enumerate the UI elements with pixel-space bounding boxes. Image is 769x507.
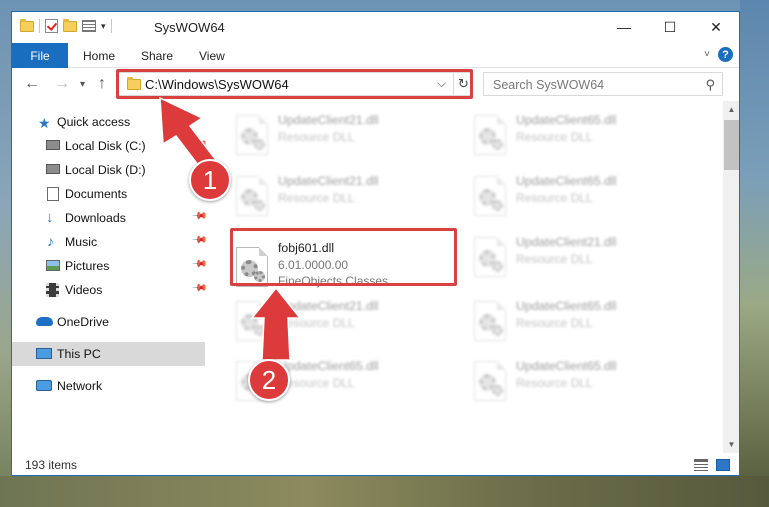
chevron-down-icon[interactable]: ▾	[80, 79, 85, 90]
sidebar-item-local-disk-d[interactable]: Local Disk (D:) 📌	[12, 158, 208, 182]
file-tile[interactable]: UpdateClient21.dll Resource DLL	[232, 297, 462, 353]
title-bar: ▾ SysWOW64 — ☐ ✕	[12, 12, 739, 43]
minimize-button[interactable]: —	[601, 12, 647, 42]
file-tile[interactable]: UpdateClient65.dll Resource DLL	[470, 172, 700, 228]
sidebar-item-this-pc[interactable]: This PC	[12, 342, 205, 366]
window-controls: — ☐ ✕	[601, 12, 739, 42]
scroll-thumb[interactable]	[724, 120, 739, 170]
drive-icon	[46, 140, 60, 150]
sidebar-item-music[interactable]: ♪ Music 📌	[12, 230, 208, 254]
gear-icon	[492, 325, 503, 336]
customize-toolbar-chevron-icon[interactable]: ▾	[101, 21, 106, 32]
status-bar: 193 items	[12, 453, 739, 475]
documents-icon	[47, 187, 59, 201]
file-tile[interactable]: UpdateClient21.dll Resource DLL	[232, 111, 462, 167]
file-tile[interactable]: UpdateClient65.dll Resource DLL	[470, 297, 700, 353]
quick-access-toolbar: ▾	[20, 18, 112, 33]
tab-share[interactable]: Share	[141, 43, 173, 68]
file-highlight	[230, 228, 457, 286]
search-box[interactable]: Search SysWOW64 ⚲	[483, 72, 723, 96]
pictures-icon	[46, 260, 60, 271]
scroll-up-icon[interactable]: ▲	[723, 101, 739, 118]
pin-icon[interactable]: 📌	[191, 280, 208, 297]
desktop-wallpaper-right	[740, 0, 769, 507]
toolbar-divider	[39, 19, 40, 33]
new-folder-icon[interactable]	[63, 18, 77, 32]
gear-icon	[492, 261, 503, 272]
ribbon-tabs: File Home Share View ˅ ?	[12, 43, 739, 68]
videos-icon	[46, 283, 59, 297]
desktop-wallpaper-bottom	[0, 476, 769, 507]
download-icon: ↓	[46, 209, 54, 226]
dll-file-icon	[474, 176, 506, 216]
arrow-up-icon[interactable]: ↑	[98, 75, 106, 93]
scroll-down-icon[interactable]: ▼	[723, 436, 739, 453]
gear-icon	[492, 200, 503, 211]
arrow-left-icon[interactable]: ←	[24, 75, 40, 93]
cloud-icon	[36, 317, 53, 326]
properties-list-icon[interactable]	[82, 20, 96, 32]
expand-ribbon-chevron-icon[interactable]: ˅	[704, 49, 710, 60]
sidebar-item-local-disk-c[interactable]: Local Disk (C:) 📌	[12, 134, 208, 158]
dll-file-icon	[236, 301, 268, 341]
window-title: SysWOW64	[154, 20, 225, 35]
arrow-right-icon[interactable]: →	[54, 75, 70, 93]
maximize-button[interactable]: ☐	[647, 12, 693, 42]
pin-icon[interactable]: 📌	[191, 232, 208, 249]
computer-icon	[36, 348, 52, 359]
toolbar-divider	[110, 19, 112, 33]
file-tile[interactable]: UpdateClient65.dll Resource DLL	[470, 357, 700, 413]
dll-file-icon	[474, 301, 506, 341]
gear-icon	[492, 385, 503, 396]
star-icon: ★	[38, 115, 51, 131]
file-tile[interactable]: UpdateClient65.dll Resource DLL	[470, 111, 700, 167]
gear-icon	[492, 139, 503, 150]
file-tile[interactable]: UpdateClient21.dll Resource DLL	[470, 233, 700, 289]
gear-icon	[254, 325, 265, 336]
help-icon[interactable]: ?	[718, 47, 733, 62]
sidebar-item-network[interactable]: Network	[12, 374, 205, 398]
tab-home[interactable]: Home	[83, 43, 115, 68]
dll-file-icon	[474, 361, 506, 401]
tiles-view-icon[interactable]	[716, 459, 730, 471]
sidebar-item-downloads[interactable]: ↓ Downloads 📌	[12, 206, 208, 230]
network-icon	[36, 380, 52, 391]
dll-file-icon	[236, 115, 268, 155]
folder-icon	[20, 18, 34, 32]
file-tile[interactable]: UpdateClient21.dll Resource DLL	[232, 172, 462, 228]
gear-icon	[254, 139, 265, 150]
pin-icon[interactable]: 📌	[191, 136, 208, 153]
tab-file[interactable]: File	[12, 43, 68, 68]
sidebar-item-pictures[interactable]: Pictures 📌	[12, 254, 208, 278]
sidebar-item-videos[interactable]: Videos 📌	[12, 278, 208, 302]
details-view-icon[interactable]	[694, 459, 708, 471]
search-icon[interactable]: ⚲	[705, 77, 715, 93]
drive-icon	[46, 164, 60, 174]
dll-file-icon	[474, 115, 506, 155]
dll-file-icon	[474, 237, 506, 277]
ribbon-right-controls: ˅ ?	[704, 47, 733, 62]
address-bar-highlight	[116, 69, 473, 99]
sidebar-item-quick-access[interactable]: ★ Quick access	[12, 110, 205, 134]
music-icon: ♪	[47, 233, 54, 249]
pin-icon[interactable]: 📌	[191, 208, 208, 225]
close-button[interactable]: ✕	[693, 12, 739, 42]
gear-icon	[254, 200, 265, 211]
sidebar-item-onedrive[interactable]: OneDrive	[12, 310, 205, 334]
step-1-badge: 1	[189, 159, 231, 201]
sidebar-item-documents[interactable]: Documents 📌	[12, 182, 208, 206]
navigation-pane: ★ Quick access Local Disk (C:) 📌 Local D…	[12, 101, 208, 453]
pin-icon[interactable]: 📌	[191, 256, 208, 273]
properties-check-icon[interactable]	[45, 19, 58, 33]
search-placeholder[interactable]: Search SysWOW64	[493, 78, 604, 92]
tab-view[interactable]: View	[199, 43, 225, 68]
item-count: 193 items	[25, 458, 78, 472]
step-2-badge: 2	[248, 359, 290, 401]
vertical-scrollbar[interactable]: ▲ ▼	[723, 101, 739, 453]
dll-file-icon	[236, 176, 268, 216]
